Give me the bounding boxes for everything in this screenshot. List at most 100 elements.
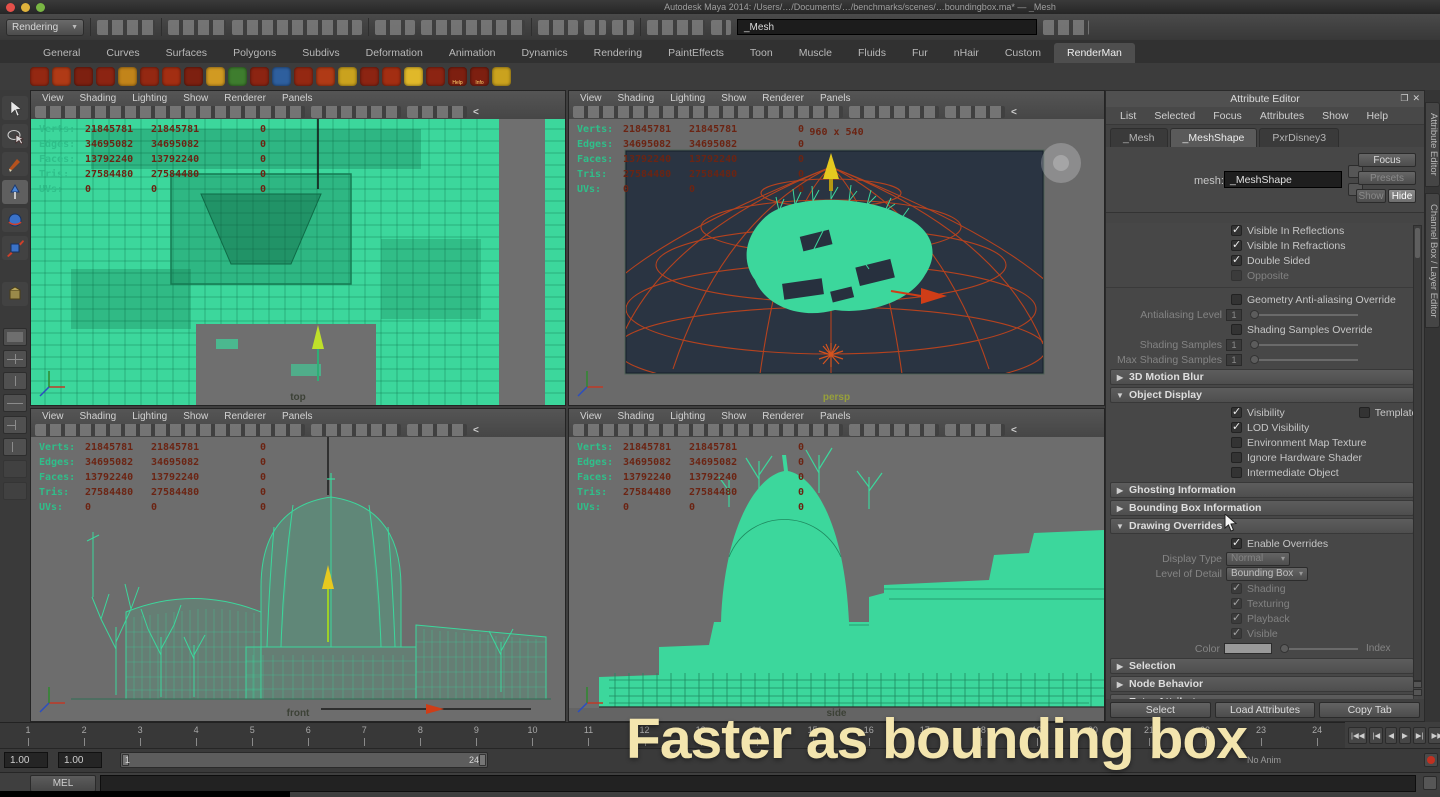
shelf-icon[interactable] bbox=[316, 67, 335, 86]
lasso-select-tool-icon[interactable] bbox=[2, 124, 28, 148]
panel-lighting-icons[interactable] bbox=[849, 106, 939, 118]
dock-tab[interactable]: Attribute Editor bbox=[1425, 102, 1440, 187]
ae-menu-item[interactable]: Help bbox=[1358, 109, 1396, 123]
shelf-tab[interactable]: Surfaces bbox=[153, 43, 220, 63]
timeline-tick[interactable]: 24 bbox=[1289, 723, 1345, 748]
enable-overrides-checkbox[interactable] bbox=[1231, 538, 1242, 549]
ae-menu-item[interactable]: Show bbox=[1314, 109, 1356, 123]
panel-share-icon[interactable]: < bbox=[473, 107, 479, 118]
checkbox[interactable] bbox=[1231, 270, 1242, 281]
panel-lighting-icons[interactable] bbox=[311, 424, 401, 436]
panel-menu-item[interactable]: Renderer bbox=[755, 410, 811, 423]
playback-button[interactable]: |◀◀ bbox=[1348, 727, 1367, 744]
layout-extra-button[interactable] bbox=[3, 460, 27, 478]
shelf-icon[interactable] bbox=[338, 67, 357, 86]
range-end-handle[interactable] bbox=[479, 754, 486, 766]
panel-menu-item[interactable]: Lighting bbox=[663, 92, 712, 105]
shading-samples-slider[interactable] bbox=[1250, 344, 1358, 346]
checkbox[interactable] bbox=[1231, 240, 1242, 251]
section-object-display[interactable]: ▼Object Display bbox=[1110, 387, 1414, 403]
ae-menu-item[interactable]: Focus bbox=[1205, 109, 1250, 123]
panel-menu-item[interactable]: Lighting bbox=[125, 410, 174, 423]
shelf-tab[interactable]: Subdivs bbox=[289, 43, 352, 63]
shelf-icon[interactable] bbox=[30, 67, 49, 86]
ae-node-tab[interactable]: PxrDisney3 bbox=[1259, 128, 1339, 147]
panel-menu-item[interactable]: View bbox=[573, 410, 609, 423]
panel-camera-icons[interactable] bbox=[945, 106, 1005, 118]
section-bounding-box-information[interactable]: ▶Bounding Box Information bbox=[1110, 500, 1414, 516]
checkbox[interactable] bbox=[1231, 613, 1242, 624]
focus-button[interactable]: Focus bbox=[1358, 153, 1416, 167]
layout-four-pane-button[interactable] bbox=[3, 350, 27, 368]
move-tool-icon[interactable] bbox=[2, 180, 28, 204]
float-panel-icon[interactable]: ❐ bbox=[1400, 93, 1408, 104]
panel-lighting-icons[interactable] bbox=[311, 106, 401, 118]
shelf-icon[interactable] bbox=[272, 67, 291, 86]
panel-menu-item[interactable]: Renderer bbox=[217, 410, 273, 423]
shelf-icon[interactable] bbox=[492, 67, 511, 86]
hypershade-button[interactable] bbox=[584, 20, 606, 35]
shelf-icon[interactable] bbox=[404, 67, 423, 86]
panel-menu-item[interactable]: Panels bbox=[813, 410, 858, 423]
shelf-icon[interactable] bbox=[118, 67, 137, 86]
section-drawing-overrides[interactable]: ▼Drawing Overrides bbox=[1110, 518, 1414, 534]
panel-menu-item[interactable]: Shading bbox=[73, 410, 124, 423]
shelf-icon[interactable] bbox=[382, 67, 401, 86]
render-view-button[interactable] bbox=[612, 20, 634, 35]
max-shading-samples-field[interactable]: 1 bbox=[1226, 354, 1242, 366]
template-checkbox[interactable] bbox=[1359, 407, 1370, 418]
shelf-icon[interactable] bbox=[74, 67, 93, 86]
snap-mode-buttons-group[interactable] bbox=[232, 20, 362, 35]
panel-menu-item[interactable]: Lighting bbox=[663, 410, 712, 423]
panel-camera-icons[interactable] bbox=[945, 424, 1005, 436]
panel-menu-item[interactable]: Renderer bbox=[755, 92, 811, 105]
color-swatch[interactable] bbox=[1224, 643, 1272, 654]
dock-tab[interactable]: Channel Box / Layer Editor bbox=[1425, 193, 1440, 329]
panel-lighting-icons[interactable] bbox=[849, 424, 939, 436]
command-language-button[interactable]: MEL bbox=[30, 775, 96, 792]
shelf-icon[interactable] bbox=[184, 67, 203, 86]
ae-node-tab[interactable]: _MeshShape bbox=[1170, 128, 1258, 147]
timeline-tick[interactable]: 4 bbox=[168, 723, 224, 748]
section-node-behavior[interactable]: ▶Node Behavior bbox=[1110, 676, 1414, 692]
viewport-persp[interactable]: ViewShadingLightingShowRendererPanels < bbox=[568, 90, 1105, 406]
render-buttons-group[interactable] bbox=[421, 20, 525, 35]
sidebar-toggle-buttons-group[interactable] bbox=[1043, 20, 1089, 35]
checkbox[interactable] bbox=[1231, 324, 1242, 335]
checkbox[interactable] bbox=[1231, 422, 1242, 433]
timeline-tick[interactable]: 8 bbox=[392, 723, 448, 748]
shelf-icon[interactable] bbox=[360, 67, 379, 86]
snap-buttons-group[interactable] bbox=[168, 20, 226, 35]
shelf-tab[interactable]: Dynamics bbox=[509, 43, 581, 63]
checkbox[interactable] bbox=[1231, 255, 1242, 266]
paint-select-tool-icon[interactable] bbox=[2, 152, 28, 176]
level-of-detail-dropdown[interactable]: Bounding Box bbox=[1226, 567, 1308, 581]
shelf-tab[interactable]: Custom bbox=[992, 43, 1054, 63]
aa-level-slider[interactable] bbox=[1250, 314, 1358, 316]
shelf-tab[interactable]: RenderMan bbox=[1054, 43, 1135, 63]
ae-menu-item[interactable]: List bbox=[1112, 109, 1144, 123]
playback-button[interactable]: |◀ bbox=[1369, 727, 1383, 744]
shelf-icon[interactable]: Info bbox=[470, 67, 489, 86]
shelf-icon[interactable] bbox=[96, 67, 115, 86]
panel-share-icon[interactable]: < bbox=[473, 425, 479, 436]
paint-effects-buttons-group[interactable] bbox=[538, 20, 578, 35]
show-manipulator-button[interactable] bbox=[711, 20, 731, 35]
panel-menu-item[interactable]: Lighting bbox=[125, 92, 174, 105]
shelf-tab[interactable]: PaintEffects bbox=[655, 43, 737, 63]
shelf-tab[interactable]: Deformation bbox=[353, 43, 436, 63]
timeline-tick[interactable]: 10 bbox=[504, 723, 560, 748]
panel-menu-item[interactable]: Show bbox=[176, 410, 215, 423]
shelf-tab[interactable]: Curves bbox=[93, 43, 152, 63]
timeline-tick[interactable]: 7 bbox=[336, 723, 392, 748]
timeline-tick[interactable]: 3 bbox=[112, 723, 168, 748]
range-slider[interactable]: 1 24 bbox=[120, 752, 488, 768]
attribute-editor-titlebar[interactable]: Attribute Editor ❐✕ bbox=[1106, 91, 1424, 107]
timeline-tick[interactable]: 9 bbox=[448, 723, 504, 748]
layout-extra-button[interactable] bbox=[3, 482, 27, 500]
menu-set-dropdown[interactable]: Rendering▼ bbox=[6, 19, 84, 36]
playback-button[interactable]: ◀ bbox=[1385, 727, 1397, 744]
checkbox[interactable] bbox=[1231, 225, 1242, 236]
ae-node-tab[interactable]: _Mesh bbox=[1110, 128, 1168, 147]
visibility-checkbox[interactable] bbox=[1231, 407, 1242, 418]
